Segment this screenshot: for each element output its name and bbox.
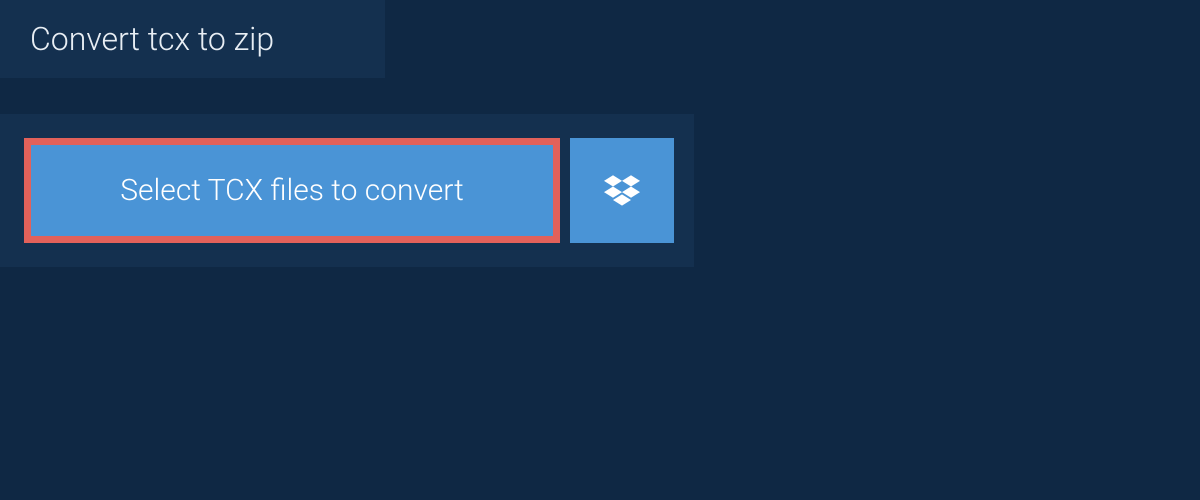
- upload-panel: Select TCX files to convert: [0, 114, 694, 267]
- dropbox-button[interactable]: [570, 138, 674, 243]
- select-button-highlight: Select TCX files to convert: [24, 138, 560, 243]
- select-files-button[interactable]: Select TCX files to convert: [31, 145, 553, 236]
- dropbox-icon: [604, 173, 640, 209]
- page-title: Convert tcx to zip: [0, 0, 385, 78]
